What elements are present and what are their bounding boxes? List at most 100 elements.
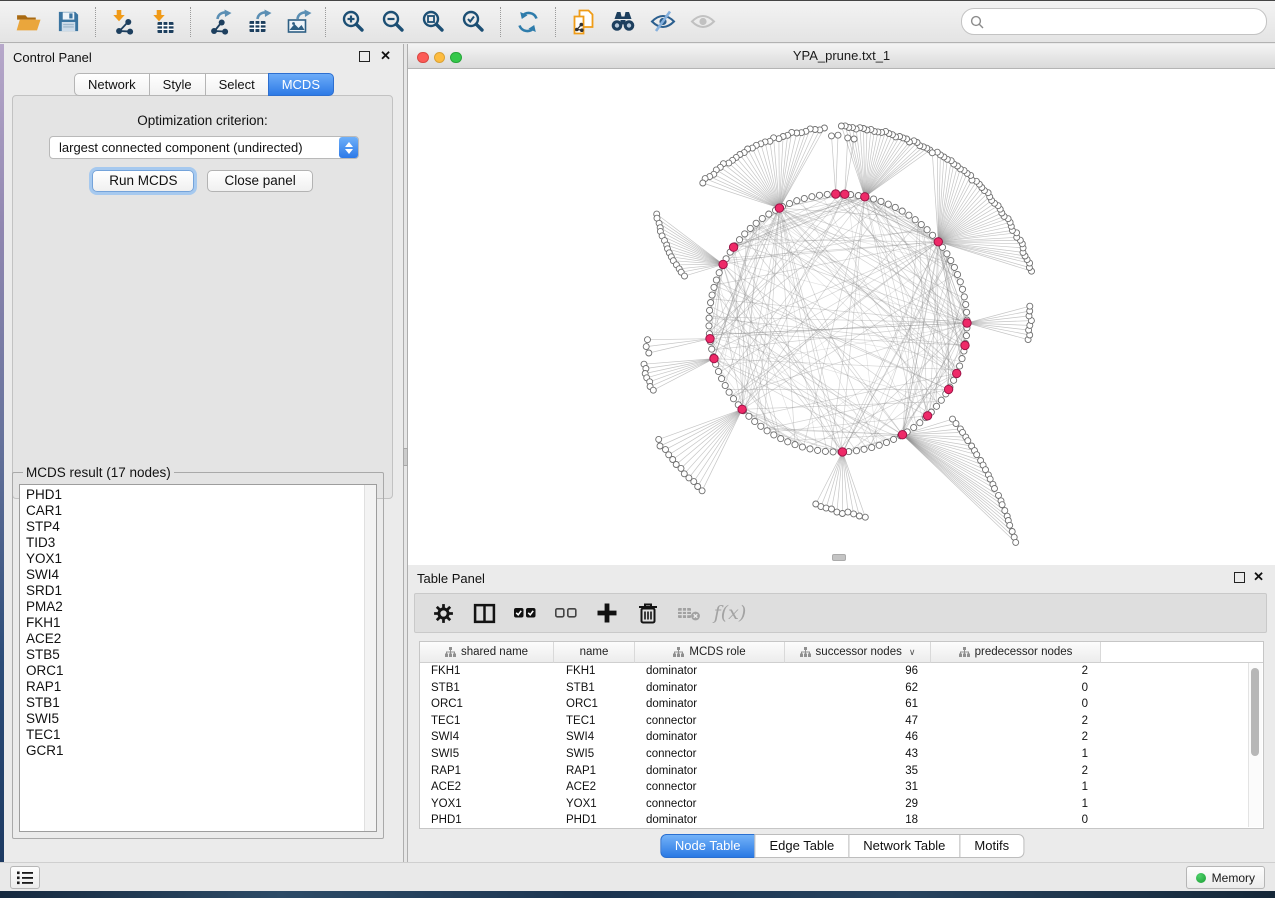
mcds-node[interactable]	[963, 319, 971, 327]
mcds-node[interactable]	[961, 341, 969, 349]
network-node[interactable]	[853, 448, 859, 454]
network-node[interactable]	[682, 273, 688, 279]
network-node[interactable]	[944, 251, 950, 257]
network-node[interactable]	[726, 389, 732, 395]
network-node[interactable]	[963, 301, 969, 307]
network-node[interactable]	[786, 200, 792, 206]
network-node[interactable]	[699, 488, 705, 494]
import-network-button[interactable]	[103, 4, 143, 40]
network-node[interactable]	[851, 136, 857, 142]
mcds-node[interactable]	[861, 193, 869, 201]
mcds-node[interactable]	[944, 385, 952, 393]
tab-edge-table[interactable]: Edge Table	[754, 834, 849, 858]
tab-node-table[interactable]: Node Table	[660, 834, 756, 858]
network-node[interactable]	[957, 363, 963, 369]
table-row[interactable]: TEC1TEC1connector472	[420, 713, 1263, 730]
network-node[interactable]	[709, 346, 715, 352]
mcds-node[interactable]	[729, 243, 737, 251]
mcds-result-item[interactable]: RAP1	[20, 679, 376, 695]
network-node[interactable]	[707, 307, 713, 313]
mcds-node[interactable]	[719, 260, 727, 268]
mcds-result-item[interactable]: STP4	[20, 519, 376, 535]
network-node[interactable]	[992, 486, 998, 492]
close-panel-button[interactable]: Close panel	[207, 170, 312, 192]
table-row[interactable]: PHD1PHD1dominator180	[420, 812, 1263, 829]
network-node[interactable]	[758, 423, 764, 429]
network-node[interactable]	[730, 396, 736, 402]
mcds-result-item[interactable]: SWI5	[20, 711, 376, 727]
vertical-splitter-handle[interactable]	[403, 448, 408, 466]
network-node[interactable]	[974, 452, 980, 458]
network-node[interactable]	[643, 344, 649, 350]
table-row[interactable]: ORC1ORC1dominator610	[420, 696, 1263, 713]
network-node[interactable]	[736, 237, 742, 243]
export-image-button[interactable]	[278, 4, 318, 40]
table-row[interactable]: SWI5SWI5connector431	[420, 746, 1263, 763]
network-node[interactable]	[1007, 522, 1013, 528]
column-header-successor-nodes[interactable]: successor nodes∨	[785, 642, 931, 663]
memory-button[interactable]: Memory	[1186, 866, 1265, 889]
mcds-result-item[interactable]: PMA2	[20, 599, 376, 615]
column-header-predecessor-nodes[interactable]: predecessor nodes	[931, 642, 1101, 663]
network-node[interactable]	[885, 201, 891, 207]
network-node[interactable]	[785, 439, 791, 445]
clone-network-button[interactable]	[563, 4, 603, 40]
network-node[interactable]	[959, 286, 965, 292]
network-node[interactable]	[752, 418, 758, 424]
network-node[interactable]	[871, 196, 877, 202]
mcds-node[interactable]	[738, 405, 746, 413]
network-node[interactable]	[891, 436, 897, 442]
network-node[interactable]	[778, 436, 784, 442]
mcds-result-item[interactable]: STB5	[20, 647, 376, 663]
close-panel-icon[interactable]: ✕	[380, 48, 391, 64]
zoom-in-button[interactable]	[333, 4, 373, 40]
network-node[interactable]	[845, 135, 851, 141]
network-node[interactable]	[999, 502, 1005, 508]
delete-table-button[interactable]	[636, 601, 660, 625]
network-node[interactable]	[835, 132, 841, 138]
save-session-button[interactable]	[48, 4, 88, 40]
network-node[interactable]	[906, 212, 912, 218]
network-node[interactable]	[807, 446, 813, 452]
network-node[interactable]	[700, 180, 706, 186]
network-node[interactable]	[816, 192, 822, 198]
mcds-node[interactable]	[832, 190, 840, 198]
network-node[interactable]	[911, 424, 917, 430]
select-all-button[interactable]	[513, 601, 537, 625]
network-node[interactable]	[1002, 508, 1008, 514]
search-input[interactable]	[989, 14, 1258, 30]
column-header-name[interactable]: name	[554, 642, 635, 663]
network-node[interactable]	[918, 221, 924, 227]
network-node[interactable]	[929, 150, 935, 156]
table-row[interactable]: FKH1FKH1dominator962	[420, 663, 1263, 680]
mcds-node[interactable]	[923, 412, 931, 420]
network-node[interactable]	[771, 432, 777, 438]
network-node[interactable]	[1027, 303, 1033, 309]
network-node[interactable]	[933, 403, 939, 409]
mcds-result-item[interactable]: SRD1	[20, 583, 376, 599]
network-node[interactable]	[951, 264, 957, 270]
network-node[interactable]	[657, 443, 663, 449]
network-node[interactable]	[764, 428, 770, 434]
window-zoom-button[interactable]	[450, 52, 462, 64]
mcds-node[interactable]	[898, 431, 906, 439]
network-node[interactable]	[965, 438, 971, 444]
mcds-result-item[interactable]: YOX1	[20, 551, 376, 567]
network-node[interactable]	[963, 333, 969, 339]
network-node[interactable]	[646, 350, 652, 356]
network-node[interactable]	[650, 387, 656, 393]
table-row[interactable]: ACE2ACE2connector311	[420, 779, 1263, 796]
mcds-node[interactable]	[953, 369, 961, 377]
export-network-button[interactable]	[198, 4, 238, 40]
mcds-node[interactable]	[841, 190, 849, 198]
network-node[interactable]	[709, 292, 715, 298]
network-node[interactable]	[964, 309, 970, 315]
table-row[interactable]: STB1STB1dominator620	[420, 680, 1263, 697]
network-node[interactable]	[878, 198, 884, 204]
float-table-panel-icon[interactable]	[1234, 572, 1245, 583]
import-table-button[interactable]	[143, 4, 183, 40]
run-mcds-button[interactable]: Run MCDS	[92, 170, 194, 192]
horizontal-splitter-handle[interactable]	[832, 554, 846, 561]
tab-network-table[interactable]: Network Table	[848, 834, 960, 858]
network-node[interactable]	[645, 337, 651, 343]
